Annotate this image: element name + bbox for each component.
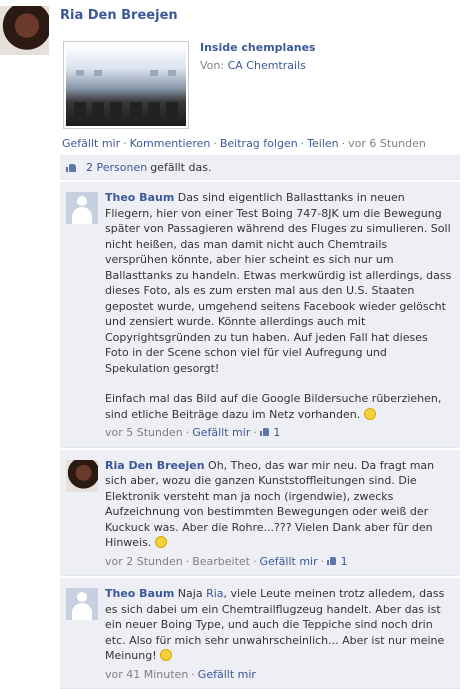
comment-author-link[interactable]: Theo Baum [105,191,174,204]
separator: · [320,554,325,568]
commenter-avatar[interactable] [66,459,98,492]
comment-likes-count[interactable]: 1 [259,425,281,441]
likes-suffix: gefällt das. [150,160,212,174]
smiley-icon [363,407,376,420]
comments-section: 2 Personen gefällt das. Theo Baum Das si… [60,155,460,689]
comment-mention-link[interactable]: Ria [206,587,223,600]
attachment-source-link[interactable]: CA Chemtrails [228,59,306,72]
comment-text-continued: Einfach mal das Bild auf die Google Bild… [105,392,442,421]
smiley-icon [160,649,173,661]
attachment-source-prefix: Von: [200,59,225,72]
comment-timestamp[interactable]: vor 5 Stunden [105,425,183,441]
comment-likes-number: 1 [273,426,281,439]
comment-timestamp[interactable]: vor 41 Minuten [105,667,188,683]
commenter-avatar[interactable] [66,192,98,224]
thumbs-up-icon [66,162,78,173]
likes-summary: 2 Personen gefällt das. [60,155,460,180]
post-comment-link[interactable]: Kommentieren [130,137,211,150]
comment-text: Oh, Theo, das war mir neu. Da fragt man … [105,458,435,550]
post-author-avatar[interactable] [0,6,49,55]
post-action-bar: Gefällt mir · Kommentieren · Beitrag fol… [62,137,426,150]
comment-text: Das sind eigentlich Ballasttanks in neue… [105,191,452,375]
separator: · [213,137,217,150]
separator: · [185,554,190,568]
separator: · [191,667,195,681]
comment-text-prefix: Naja [177,587,203,600]
attachment-thumbnail[interactable] [63,41,189,129]
comment-item: Theo Baum Naja Ria, viele Leute meinen t… [60,578,460,689]
shared-photo-attachment: Inside chemplanes Von: CA Chemtrails [60,38,460,129]
comment-like-link[interactable]: Gefällt mir [260,554,318,570]
attachment-title-link[interactable]: Inside chemplanes [200,41,316,54]
separator: · [123,137,127,150]
comment-likes-number: 1 [340,554,348,568]
comment-item: Theo Baum Das sind eigentlich Ballasttan… [60,182,460,448]
separator: · [185,426,190,439]
comment-like-link[interactable]: Gefällt mir [198,667,256,683]
likes-count-link[interactable]: 2 Personen [86,161,147,174]
comment-like-link[interactable]: Gefällt mir [192,425,250,441]
thumbs-up-icon [327,556,337,566]
post-like-link[interactable]: Gefällt mir [62,137,120,150]
smiley-icon [154,536,167,548]
attachment-source: Von: CA Chemtrails [200,59,306,72]
separator: · [341,137,346,150]
post-follow-link[interactable]: Beitrag folgen [220,137,298,150]
comment-meta: vor 5 Stunden · Gefällt mir · 1 [105,425,452,441]
post-share-link[interactable]: Teilen [307,137,338,150]
comment-meta: vor 41 Minuten · Gefällt mir [105,667,452,683]
comment-likes-count[interactable]: 1 [327,554,348,570]
post-timestamp[interactable]: vor 6 Stunden [348,137,426,150]
comment-meta: vor 2 Stunden · Bearbeitet · Gefällt mir… [105,554,452,570]
separator: · [253,554,257,568]
separator: · [300,137,305,150]
post-author-name[interactable]: Ria Den Breejen [60,8,178,23]
comment-timestamp[interactable]: vor 2 Stunden [105,554,183,570]
comment-author-link[interactable]: Ria Den Breejen [105,459,205,472]
separator: · [253,426,257,439]
commenter-avatar[interactable] [66,588,98,620]
comment-edited-label: Bearbeitet [192,554,250,568]
comment-author-link[interactable]: Theo Baum [105,587,174,600]
thumbs-up-icon [259,427,270,437]
comment-item: Ria Den Breejen Oh, Theo, das war mir ne… [60,449,460,576]
